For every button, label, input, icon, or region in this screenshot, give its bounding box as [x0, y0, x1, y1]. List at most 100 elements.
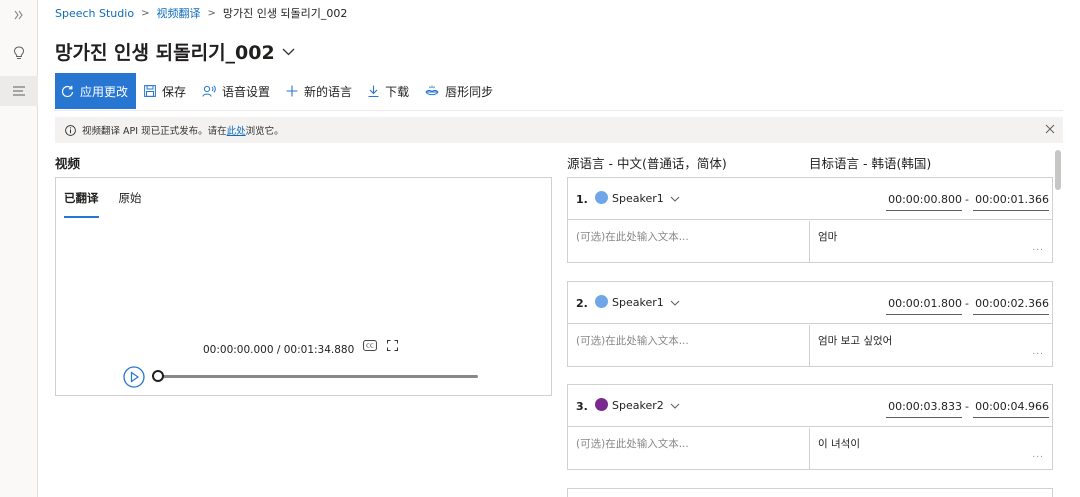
speaker-dropdown[interactable]: Speaker1 — [612, 192, 680, 205]
speaker-name: Speaker1 — [612, 296, 664, 309]
closed-caption-icon[interactable]: CC — [363, 340, 377, 351]
apply-changes-button[interactable]: 应用更改 — [55, 73, 137, 109]
lightbulb-icon — [13, 46, 25, 59]
fullscreen-icon[interactable] — [387, 340, 398, 351]
speaker-name: Speaker1 — [612, 192, 664, 205]
plus-icon — [286, 85, 298, 97]
time-range-dash: - — [965, 400, 969, 413]
play-button[interactable] — [123, 366, 145, 388]
menu-icon — [12, 86, 25, 96]
tab-original[interactable]: 原始 — [119, 190, 142, 218]
lip-sync-button[interactable]: 唇形同步 — [417, 73, 501, 109]
speaker-color-dot — [595, 295, 608, 308]
save-button[interactable]: 保存 — [136, 73, 194, 109]
chevron-down-icon — [670, 300, 680, 306]
source-text-input[interactable]: (可选)在此处输入文本... — [576, 436, 689, 451]
download-icon — [368, 85, 379, 97]
page-title[interactable]: 망가진 인생 되돌리기_002 — [55, 38, 295, 65]
segment-start-time[interactable]: 00:00:03.833 — [886, 400, 962, 418]
save-icon — [144, 85, 156, 97]
segment-end-time[interactable]: 00:00:02.366 — [973, 297, 1049, 315]
more-options-icon[interactable]: ... — [1032, 347, 1044, 357]
info-icon — [65, 124, 76, 136]
segment-header: 2. Speaker1 00:00:01.800 - 00:00:02.366 — [568, 282, 1052, 324]
video-tabs: 已翻译 原始 — [64, 190, 162, 218]
speaker-color-dot — [595, 398, 608, 411]
speaker-dropdown[interactable]: Speaker2 — [612, 399, 680, 412]
segment-start-time[interactable]: 00:00:01.800 — [886, 297, 962, 315]
toolbar: 应用更改 保存 语音设置 新的语言 下载 唇形同步 — [55, 73, 501, 109]
video-panel: 已翻译 原始 00:00:00.000 / 00:01:34.880 CC — [55, 177, 552, 396]
page-title-text: 망가진 인생 되돌리기_002 — [55, 42, 275, 64]
segment-number: 2. — [576, 297, 588, 310]
more-options-icon[interactable]: ... — [1032, 243, 1044, 253]
breadcrumb-parent[interactable]: 视频翻译 — [156, 5, 200, 21]
close-icon[interactable] — [1045, 124, 1055, 134]
segment-body: (可选)在此处输入文本... 이 녀석이 ... — [568, 428, 1052, 469]
app-root: Speech Studio > 视频翻译 > 망가진 인생 되돌리기_002 망… — [0, 0, 1080, 497]
source-language-label: 源语言 - 中文(普通话，简体) — [567, 156, 727, 171]
video-scrubber-track[interactable] — [154, 375, 478, 378]
segment-card: 2. Speaker1 00:00:01.800 - 00:00:02.366 … — [567, 281, 1053, 367]
target-text-input[interactable]: 이 녀석이 — [818, 436, 860, 451]
time-range-dash: - — [965, 193, 969, 206]
segment-body: (可选)在此处输入文本... 엄마 보고 싶었어 ... — [568, 325, 1052, 366]
more-options-icon[interactable]: ... — [1032, 450, 1044, 460]
new-language-button[interactable]: 新的语言 — [278, 73, 360, 109]
download-label: 下载 — [385, 84, 410, 99]
new-language-label: 新的语言 — [304, 84, 353, 99]
refresh-icon — [61, 85, 74, 97]
segment-header: 1. Speaker1 00:00:00.800 - 00:00:01.366 — [568, 178, 1052, 220]
segment-number: 3. — [576, 400, 588, 413]
chevron-down-icon — [282, 48, 295, 55]
rail-item-tips[interactable] — [0, 38, 38, 68]
breadcrumb-current: 망가진 인생 되돌리기_002 — [222, 7, 348, 20]
segments-scrollbar[interactable] — [1055, 150, 1061, 190]
segment-column-divider — [809, 221, 810, 262]
segment-column-divider — [809, 428, 810, 469]
segment-card: 3. Speaker2 00:00:03.833 - 00:00:04.966 … — [567, 384, 1053, 470]
notice-text: 视频翻译 API 现已正式发布。请在 — [82, 126, 227, 137]
breadcrumb-separator-icon: > — [141, 7, 150, 19]
segment-end-time[interactable]: 00:00:01.366 — [973, 193, 1049, 211]
target-language-label: 目标语言 - 韩语(韩国) — [809, 156, 932, 171]
notice-link[interactable]: 此处 — [227, 123, 246, 137]
chevron-down-icon — [670, 403, 680, 409]
target-text-input[interactable]: 엄마 — [818, 229, 837, 244]
lip-sync-icon — [425, 85, 439, 95]
notice-suffix: 浏览它。 — [245, 126, 284, 137]
segment-card: 1. Speaker1 00:00:00.800 - 00:00:01.366 … — [567, 177, 1053, 263]
segment-number: 1. — [576, 193, 588, 206]
speaker-name: Speaker2 — [612, 399, 664, 412]
target-text-input[interactable]: 엄마 보고 싶었어 — [818, 333, 892, 348]
segment-column-divider — [809, 325, 810, 366]
breadcrumb-separator-icon: > — [207, 7, 216, 19]
save-label: 保存 — [162, 84, 187, 99]
source-text-input[interactable]: (可选)在此处输入文本... — [576, 333, 689, 348]
lip-sync-label: 唇形同步 — [445, 84, 494, 99]
breadcrumb-root[interactable]: Speech Studio — [55, 7, 134, 20]
voice-icon — [202, 85, 216, 97]
video-section-label: 视频 — [55, 156, 81, 171]
chevron-down-icon — [670, 196, 680, 202]
download-button[interactable]: 下载 — [360, 73, 417, 109]
source-text-input[interactable]: (可选)在此处输入文本... — [576, 229, 689, 244]
video-time: 00:00:00.000 / 00:01:34.880 — [203, 344, 355, 356]
segment-card-partial — [567, 488, 1053, 497]
voice-settings-button[interactable]: 语音设置 — [194, 73, 278, 109]
tab-translated[interactable]: 已翻译 — [64, 190, 99, 218]
notice-bar: 视频翻译 API 现已正式发布。请在 此处 浏览它。 — [55, 117, 1063, 143]
apply-changes-label: 应用更改 — [80, 84, 129, 99]
speaker-dropdown[interactable]: Speaker1 — [612, 296, 680, 309]
rail-item-list[interactable] — [0, 76, 38, 106]
segment-end-time[interactable]: 00:00:04.966 — [973, 400, 1049, 418]
svg-text:CC: CC — [366, 344, 374, 350]
time-range-dash: - — [965, 297, 969, 310]
segment-header: 3. Speaker2 00:00:03.833 - 00:00:04.966 — [568, 385, 1052, 427]
segment-body: (可选)在此处输入文本... 엄마 ... — [568, 221, 1052, 262]
toolbar-divider — [55, 110, 1063, 111]
expand-rail-button[interactable] — [0, 0, 38, 30]
speaker-color-dot — [595, 191, 608, 204]
segment-start-time[interactable]: 00:00:00.800 — [886, 193, 962, 211]
video-scrubber-thumb[interactable] — [152, 370, 164, 382]
